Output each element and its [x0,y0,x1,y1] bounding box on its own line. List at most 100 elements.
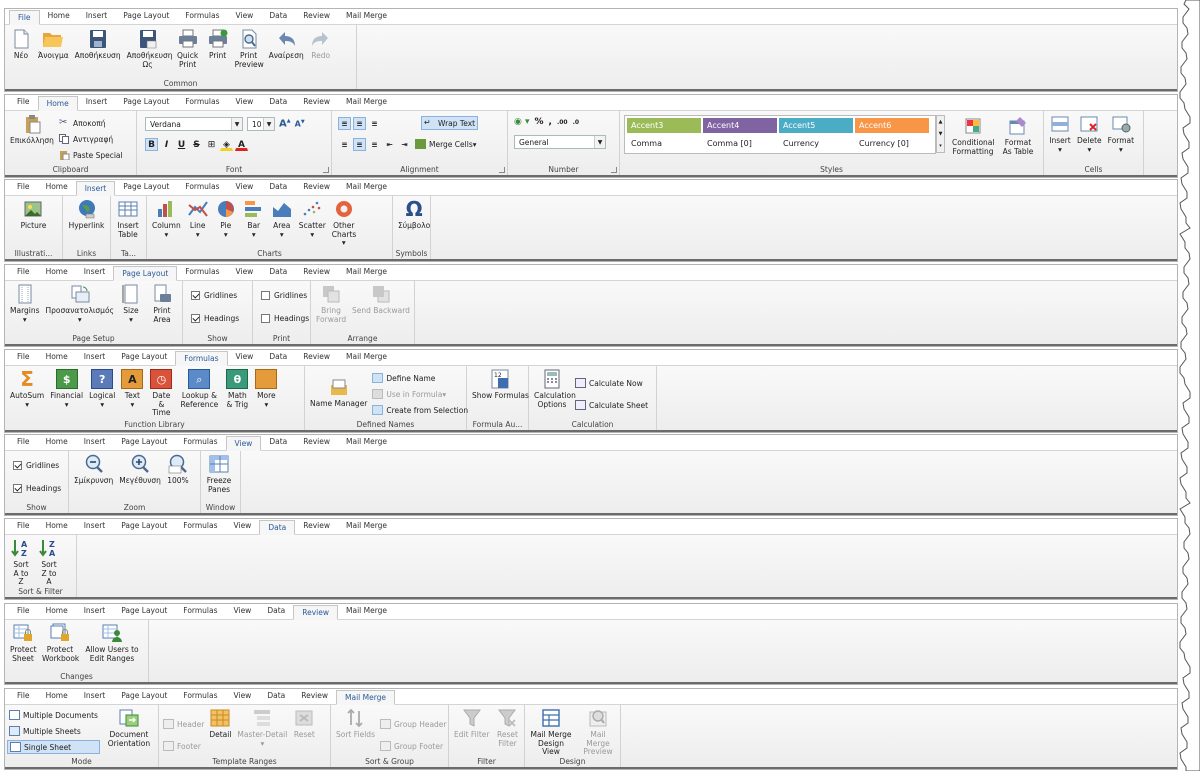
style-accent5[interactable]: Accent5 [779,118,853,133]
tab-review[interactable]: Review [295,265,338,280]
tab-file[interactable]: File [9,435,38,450]
sort-z-a-button[interactable]: Z A Sort Z to A [35,537,63,587]
group-footer-button[interactable]: Group Footer [378,736,449,756]
copy-button[interactable]: Αντιγραφή [57,132,125,146]
tab-review[interactable]: Review [293,605,339,620]
name-manager-button[interactable]: Name Manager [307,376,370,409]
calculate-now-button[interactable]: Calculate Now [573,373,650,393]
strikethrough-icon[interactable]: S [190,138,203,151]
comma-style-icon[interactable]: , [549,117,552,127]
tab-insert[interactable]: Insert [78,9,116,24]
redo-button[interactable]: Redo [307,28,335,61]
style-comma-0[interactable]: Comma [0] [703,136,777,151]
financial-button[interactable]: $ Financial ▾ [47,368,86,409]
paste-special-button[interactable]: Paste Special [57,148,125,162]
allow-users-button[interactable]: Allow Users to Edit Ranges [81,622,143,663]
footer-range-button[interactable]: Footer [161,736,206,756]
edit-filter-button[interactable]: Edit Filter [451,707,492,740]
sort-fields-button[interactable]: Sort Fields [333,707,378,740]
tab-mail-merge[interactable]: Mail Merge [336,690,396,705]
cut-button[interactable]: ✂ Αποκοπή [57,116,125,130]
align-right-icon[interactable]: ≡ [368,138,381,151]
freeze-panes-button[interactable]: Freeze Panes [203,453,235,494]
percent-icon[interactable]: % [535,117,544,127]
tab-formulas[interactable]: Formulas [175,435,225,450]
zoom-out-button[interactable]: Σμίκρυνση [71,453,116,486]
open-button[interactable]: Άνοιγμα [35,28,72,61]
tab-home[interactable]: Home [38,689,76,704]
font-dialog-launcher-icon[interactable] [323,167,329,173]
tab-formulas[interactable]: Formulas [177,180,227,195]
tab-insert[interactable]: Insert [78,95,116,110]
align-bottom-icon[interactable]: ≡ [368,117,381,130]
show-gridlines-checkbox[interactable]: Gridlines [189,286,241,304]
calculate-sheet-button[interactable]: Calculate Sheet [573,395,650,415]
print-gridlines-checkbox[interactable]: Gridlines [259,286,311,304]
style-accent6[interactable]: Accent6 [855,118,929,133]
protect-workbook-button[interactable]: Protect Workbook [39,622,81,663]
tab-view[interactable]: View [228,180,262,195]
style-accent4[interactable]: Accent4 [703,118,777,133]
tab-formulas[interactable]: Formulas [175,519,225,534]
tab-home[interactable]: Home [38,435,76,450]
tab-view[interactable]: View [226,689,260,704]
tab-view[interactable]: View [226,519,260,534]
insert-cells-button[interactable]: Insert ▾ [1046,113,1074,154]
tab-review[interactable]: Review [293,689,336,704]
align-left-icon[interactable]: ≡ [338,138,351,151]
print-headings-checkbox[interactable]: Headings [259,309,311,327]
tab-review[interactable]: Review [295,435,338,450]
multiple-sheets-button[interactable]: Multiple Sheets [7,724,100,738]
align-top-icon[interactable]: ≡ [338,116,351,130]
tab-data[interactable]: Data [261,435,295,450]
show-formulas-button[interactable]: 12 Show Formulas [469,368,532,401]
decrease-indent-icon[interactable]: ⇤ [383,138,396,151]
tab-home[interactable]: Home [38,350,76,365]
tab-formulas[interactable]: Formulas [177,9,227,24]
tab-page-layout[interactable]: Page Layout [113,604,175,619]
tab-insert[interactable]: Insert [75,181,116,196]
style-comma[interactable]: Comma [627,136,701,151]
font-name-select[interactable]: Verdana ▼ [145,117,243,131]
tab-formulas[interactable]: Formulas [175,351,228,366]
tab-view[interactable]: View [228,265,262,280]
insert-table-button[interactable]: Insert Table [113,198,143,239]
tab-view[interactable]: View [228,95,262,110]
tab-review[interactable]: Review [295,519,338,534]
merge-cells-button[interactable]: Merge Cells ▾ [413,137,479,151]
number-format-select[interactable]: General ▼ [514,135,606,149]
tab-review[interactable]: Review [295,180,338,195]
tab-home[interactable]: Home [38,519,76,534]
picture-button[interactable]: Picture [18,198,50,231]
gallery-scroll[interactable]: ▲ ▼ ▾ [936,115,945,153]
pie-chart-button[interactable]: Pie ▾ [212,198,240,239]
format-cells-button[interactable]: Format ▾ [1105,113,1137,154]
header-range-button[interactable]: Header [161,714,206,734]
mail-merge-preview-button[interactable]: Mail Merge Preview [575,707,621,757]
tab-formulas[interactable]: Formulas [175,689,225,704]
paste-button[interactable]: Επικόλληση [7,113,57,146]
tab-page-layout[interactable]: Page Layout [115,180,177,195]
format-as-table-button[interactable]: Format As Table [997,115,1039,156]
math-trig-button[interactable]: θ Math & Trig [222,368,252,409]
tab-review[interactable]: Review [295,350,338,365]
italic-icon[interactable]: I [160,138,173,151]
reset-range-button[interactable]: Reset [290,707,318,740]
tab-file[interactable]: File [9,689,38,704]
symbol-button[interactable]: Ω Σύμβολο [395,198,433,231]
tab-mail-merge[interactable]: Mail Merge [338,95,395,110]
view-headings-checkbox[interactable]: Headings [11,479,63,497]
style-accent3[interactable]: Accent3 [627,118,701,133]
scatter-chart-button[interactable]: Scatter ▾ [296,198,329,239]
bar-chart-button[interactable]: Bar ▾ [240,198,268,239]
tab-formulas[interactable]: Formulas [177,95,227,110]
calculation-options-button[interactable]: Calculation Options [531,368,576,409]
align-center-icon[interactable]: ≡ [353,137,366,151]
styles-gallery[interactable]: Accent3 Accent4 Accent5 Accent6 Comma Comma … [624,115,937,154]
reset-filter-button[interactable]: Reset Filter [492,707,522,748]
tab-file[interactable]: File [9,10,40,25]
tab-formulas[interactable]: Formulas [177,265,227,280]
tab-data[interactable]: Data [261,9,295,24]
tab-page-layout[interactable]: Page Layout [113,519,175,534]
tab-view[interactable]: View [228,350,262,365]
